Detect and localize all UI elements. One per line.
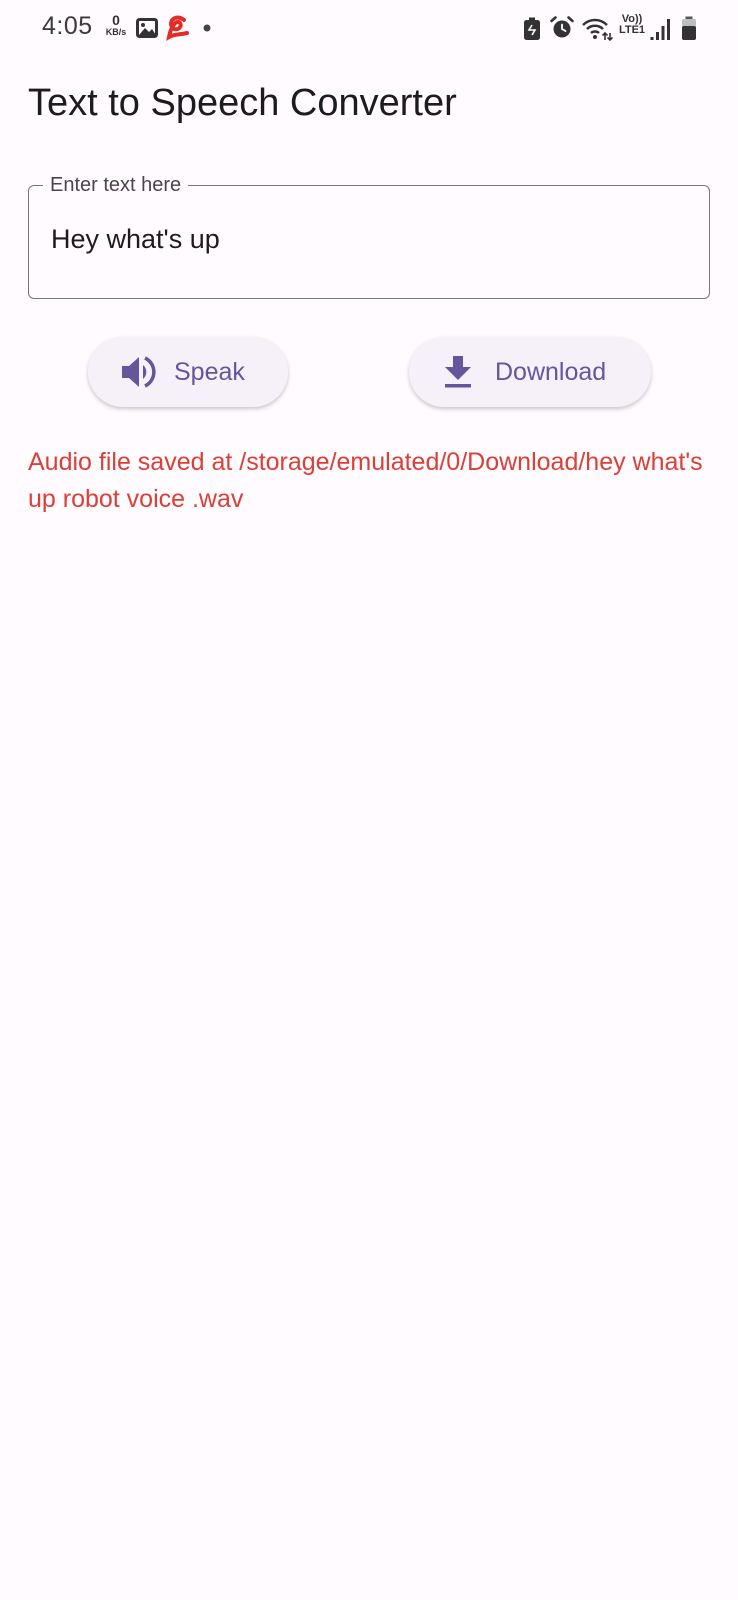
status-bar: 4:05 0 KB/s Vo)) LTE1 <box>0 0 738 56</box>
battery-saver-icon <box>524 17 540 40</box>
text-input-field[interactable]: Enter text here <box>28 172 710 299</box>
download-icon <box>445 356 471 388</box>
page-title: Text to Speech Converter <box>28 82 457 124</box>
airtel-icon <box>166 15 189 41</box>
download-button-label: Download <box>495 357 607 386</box>
speak-button-label: Speak <box>174 357 245 386</box>
text-input-label: Enter text here <box>43 172 189 198</box>
status-message: Audio file saved at /storage/emulated/0/… <box>28 448 703 513</box>
gallery-icon <box>136 18 158 38</box>
network-type-label: Vo)) LTE1 <box>617 14 647 36</box>
speaker-icon <box>122 356 156 388</box>
download-button[interactable]: Download <box>409 337 651 407</box>
lte-label: LTE1 <box>618 24 646 36</box>
wifi-icon <box>582 18 613 41</box>
battery-icon <box>682 16 696 40</box>
speak-button[interactable]: Speak <box>88 337 288 407</box>
text-input[interactable] <box>51 224 671 255</box>
status-time: 4:05 <box>42 12 93 40</box>
alarm-icon <box>550 16 574 38</box>
network-speed-value: 0 <box>112 12 120 28</box>
network-speed-unit: KB/s <box>105 27 127 37</box>
notification-dot-icon <box>203 24 211 32</box>
signal-icon <box>650 19 670 40</box>
network-speed: 0 KB/s <box>103 13 129 37</box>
